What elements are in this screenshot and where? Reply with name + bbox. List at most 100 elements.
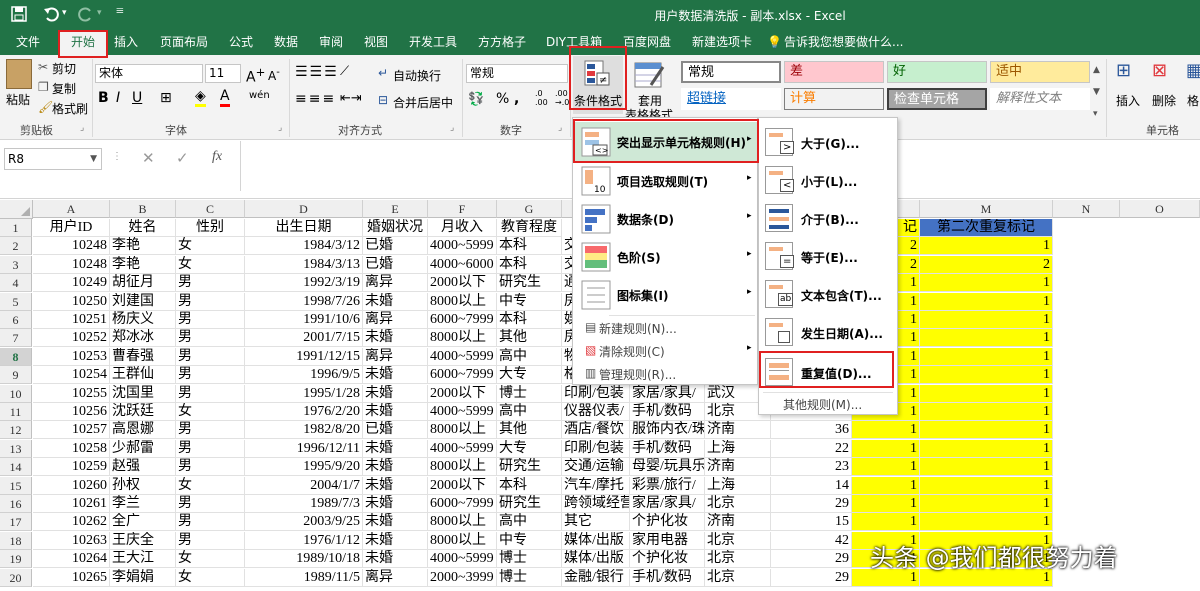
data-cell[interactable]: 10262 (33, 513, 110, 532)
data-cell[interactable]: 1 (852, 476, 920, 495)
column-title-cell[interactable]: 性别 (176, 219, 245, 237)
column-title-cell[interactable]: 用户ID (33, 219, 110, 237)
data-cell[interactable]: 1 (852, 458, 920, 477)
number-format-combo[interactable]: 常规 (466, 64, 568, 83)
data-cell[interactable]: 服饰内衣/珠 (630, 421, 705, 440)
menu-between[interactable]: 介于(B)... (759, 200, 897, 236)
data-cell[interactable]: 10253 (33, 347, 110, 366)
menu-top-bottom-rules[interactable]: 10 项目选取规则(T) ▸ (573, 162, 757, 200)
column-header[interactable]: B (110, 200, 176, 218)
data-cell[interactable]: 29 (771, 495, 852, 513)
font-size-combo[interactable]: 11 (205, 64, 241, 83)
column-title-cell[interactable]: 教育程度 (497, 219, 562, 237)
data-cell[interactable]: 10259 (33, 458, 110, 477)
data-cell[interactable]: 1982/8/20 (245, 421, 363, 440)
data-cell[interactable]: 彩票/旅行/ (630, 476, 705, 495)
data-cell[interactable]: 1998/7/26 (245, 292, 363, 311)
tab-page-layout[interactable]: 页面布局 (160, 30, 208, 55)
data-cell[interactable]: 36 (771, 421, 852, 440)
data-cell[interactable]: 济南 (705, 458, 771, 477)
alignment-launcher-icon[interactable]: ⌟ (450, 123, 454, 133)
data-cell[interactable]: 1 (920, 347, 1053, 366)
data-cell[interactable]: 1 (852, 513, 920, 532)
menu-icon-sets[interactable]: 图标集(I) ▸ (573, 276, 757, 314)
row-header[interactable]: 14 (0, 458, 32, 477)
format-cells-icon[interactable]: ▦ (1186, 60, 1200, 81)
data-cell[interactable]: 男 (176, 458, 245, 477)
column-header[interactable]: A (33, 200, 110, 218)
data-cell[interactable]: 10254 (33, 366, 110, 385)
data-cell[interactable]: 媒体/出版 (562, 550, 630, 569)
data-cell[interactable]: 高中 (497, 403, 562, 421)
data-cell[interactable]: 印刷/包装 (562, 384, 630, 403)
data-cell[interactable]: 1 (920, 421, 1053, 440)
data-cell[interactable]: 1976/1/12 (245, 531, 363, 550)
data-cell[interactable]: 男 (176, 531, 245, 550)
data-cell[interactable]: 8000以上 (428, 458, 497, 477)
data-cell[interactable]: 本科 (497, 237, 562, 256)
data-cell[interactable]: 孙权 (110, 476, 176, 495)
data-cell[interactable]: 1 (920, 439, 1053, 458)
data-cell[interactable]: 母婴/玩具乐 (630, 458, 705, 477)
save-icon[interactable] (11, 6, 27, 22)
insert-cells-icon[interactable]: ⊞ (1116, 60, 1131, 81)
row-header[interactable]: 13 (0, 439, 32, 458)
data-cell[interactable]: 博士 (497, 550, 562, 569)
data-cell[interactable]: 未婚 (363, 495, 428, 513)
data-cell[interactable]: 1 (920, 366, 1053, 385)
vertical-align-icons[interactable]: ☰☰☰ (295, 64, 339, 80)
style-good[interactable]: 好 (887, 61, 987, 83)
data-cell[interactable]: 已婚 (363, 421, 428, 440)
data-cell[interactable]: 离异 (363, 274, 428, 293)
data-cell[interactable]: 个护化妆 (630, 550, 705, 569)
increase-decimal-icon[interactable]: .0.00 (535, 89, 548, 107)
data-cell[interactable]: 仪器仪表/ (562, 403, 630, 421)
delete-cells-icon[interactable]: ⊠ (1152, 60, 1167, 81)
data-cell[interactable]: 媒体/出版 (562, 531, 630, 550)
data-cell[interactable]: 1984/3/12 (245, 237, 363, 256)
data-cell[interactable]: 北京 (705, 568, 771, 587)
data-cell[interactable]: 男 (176, 292, 245, 311)
data-cell[interactable]: 6000~7999 (428, 366, 497, 385)
name-box-dropdown-icon[interactable]: ▼ (90, 149, 97, 169)
menu-more-rules[interactable]: 其他规则(M)... (759, 394, 897, 414)
data-cell[interactable]: 博士 (497, 384, 562, 403)
data-cell[interactable]: 女 (176, 403, 245, 421)
data-cell[interactable]: 男 (176, 439, 245, 458)
data-cell[interactable]: 2003/9/25 (245, 513, 363, 532)
column-title-cell[interactable]: 出生日期 (245, 219, 363, 237)
data-cell[interactable]: 1 (920, 384, 1053, 403)
menu-text-contains[interactable]: ab 文本包含(T)... (759, 276, 897, 312)
data-cell[interactable]: 王大江 (110, 550, 176, 569)
row-header[interactable]: 20 (0, 568, 32, 587)
data-cell[interactable]: 4000~5999 (428, 439, 497, 458)
number-launcher-icon[interactable]: ⌟ (558, 123, 562, 133)
data-cell[interactable]: 未婚 (363, 476, 428, 495)
data-cell[interactable]: 1984/3/13 (245, 255, 363, 274)
row-header[interactable]: 12 (0, 421, 32, 440)
data-cell[interactable]: 10260 (33, 476, 110, 495)
column-title-cell[interactable]: 第二次重复标记 (920, 219, 1053, 237)
row-header[interactable]: 3 (0, 255, 32, 274)
tab-fangfang[interactable]: 方方格子 (478, 30, 526, 55)
data-cell[interactable]: 沈国里 (110, 384, 176, 403)
data-cell[interactable]: 1 (920, 495, 1053, 513)
indent-icons[interactable]: ⇤⇥ (340, 91, 362, 106)
data-cell[interactable]: 杨庆义 (110, 311, 176, 329)
data-cell[interactable]: 北京 (705, 531, 771, 550)
menu-clear-rules[interactable]: ▧ 清除规则(C) ▸ (573, 340, 757, 362)
data-cell[interactable]: 女 (176, 550, 245, 569)
column-header[interactable]: E (363, 200, 428, 218)
data-cell[interactable]: 家用电器 (630, 531, 705, 550)
column-header[interactable]: G (497, 200, 562, 218)
menu-new-rule[interactable]: ▤ 新建规则(N)... (573, 317, 757, 339)
data-cell[interactable]: 男 (176, 495, 245, 513)
data-cell[interactable]: 大专 (497, 366, 562, 385)
data-cell[interactable]: 6000~7999 (428, 311, 497, 329)
row-header[interactable]: 2 (0, 237, 32, 256)
font-name-combo[interactable]: 宋体 (95, 64, 203, 83)
data-cell[interactable]: 金融/银行 (562, 568, 630, 587)
format-cells-button[interactable]: 格 (1187, 92, 1199, 109)
data-cell[interactable]: 4000~6000 (428, 255, 497, 274)
data-cell[interactable]: 全广 (110, 513, 176, 532)
